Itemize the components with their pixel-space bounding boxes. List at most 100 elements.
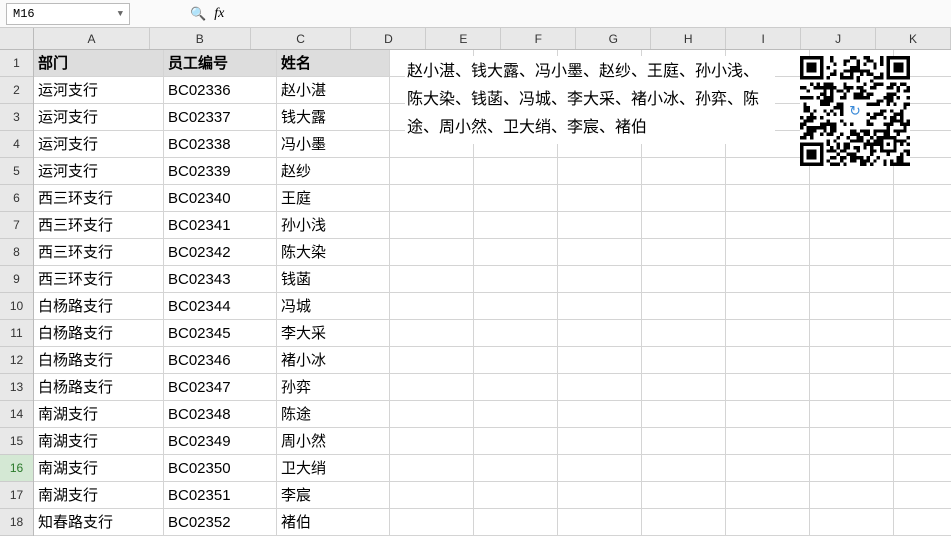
cell[interactable] bbox=[894, 401, 951, 427]
cell[interactable] bbox=[810, 185, 894, 211]
cell[interactable] bbox=[810, 428, 894, 454]
cell[interactable] bbox=[390, 239, 474, 265]
cell[interactable] bbox=[642, 293, 726, 319]
col-header-D[interactable]: D bbox=[351, 28, 426, 49]
cell[interactable]: 赵纱 bbox=[277, 158, 390, 184]
cell[interactable]: BC02339 bbox=[164, 158, 277, 184]
cell[interactable]: 陈途 bbox=[277, 401, 390, 427]
cell[interactable] bbox=[810, 482, 894, 508]
cell[interactable] bbox=[894, 428, 951, 454]
cell[interactable] bbox=[558, 482, 642, 508]
cell[interactable] bbox=[474, 239, 558, 265]
cell[interactable] bbox=[642, 320, 726, 346]
col-header-K[interactable]: K bbox=[876, 28, 951, 49]
cell[interactable]: 白杨路支行 bbox=[34, 320, 164, 346]
cell[interactable] bbox=[642, 239, 726, 265]
cell[interactable] bbox=[642, 185, 726, 211]
cell[interactable] bbox=[726, 185, 810, 211]
cell[interactable] bbox=[894, 482, 951, 508]
cell[interactable]: 运河支行 bbox=[34, 104, 164, 130]
cell[interactable]: 李宸 bbox=[277, 482, 390, 508]
cell[interactable]: BC02342 bbox=[164, 239, 277, 265]
row-header-3[interactable]: 3 bbox=[0, 104, 33, 131]
formula-input[interactable] bbox=[232, 3, 732, 25]
cell[interactable]: 西三环支行 bbox=[34, 239, 164, 265]
cell[interactable]: 西三环支行 bbox=[34, 185, 164, 211]
cell[interactable]: 西三环支行 bbox=[34, 212, 164, 238]
cell[interactable] bbox=[474, 509, 558, 535]
cell[interactable]: BC02349 bbox=[164, 428, 277, 454]
col-header-J[interactable]: J bbox=[801, 28, 876, 49]
cell[interactable]: 运河支行 bbox=[34, 77, 164, 103]
row-header-18[interactable]: 18 bbox=[0, 509, 33, 536]
row-header-6[interactable]: 6 bbox=[0, 185, 33, 212]
cell[interactable]: 冯小墨 bbox=[277, 131, 390, 157]
cell[interactable] bbox=[726, 212, 810, 238]
cell[interactable] bbox=[726, 239, 810, 265]
cell[interactable]: BC02343 bbox=[164, 266, 277, 292]
cell[interactable]: 褚小冰 bbox=[277, 347, 390, 373]
cell[interactable]: 王庭 bbox=[277, 185, 390, 211]
cell[interactable]: 运河支行 bbox=[34, 131, 164, 157]
cell[interactable] bbox=[474, 347, 558, 373]
chevron-down-icon[interactable]: ▼ bbox=[118, 9, 123, 19]
col-header-B[interactable]: B bbox=[150, 28, 251, 49]
row-header-4[interactable]: 4 bbox=[0, 131, 33, 158]
cell[interactable] bbox=[390, 158, 474, 184]
cell[interactable]: 南湖支行 bbox=[34, 482, 164, 508]
cell[interactable] bbox=[894, 455, 951, 481]
cell[interactable] bbox=[558, 320, 642, 346]
cell[interactable] bbox=[642, 347, 726, 373]
cell[interactable]: 孙小浅 bbox=[277, 212, 390, 238]
row-header-1[interactable]: 1 bbox=[0, 50, 33, 77]
cell[interactable] bbox=[474, 428, 558, 454]
cell[interactable]: 知春路支行 bbox=[34, 509, 164, 535]
cell[interactable] bbox=[810, 320, 894, 346]
cell[interactable] bbox=[390, 374, 474, 400]
cell[interactable] bbox=[390, 482, 474, 508]
row-header-8[interactable]: 8 bbox=[0, 239, 33, 266]
cell[interactable] bbox=[474, 401, 558, 427]
cell[interactable] bbox=[558, 509, 642, 535]
cell[interactable] bbox=[558, 347, 642, 373]
cell[interactable] bbox=[558, 212, 642, 238]
col-header-C[interactable]: C bbox=[251, 28, 352, 49]
cell[interactable]: 周小然 bbox=[277, 428, 390, 454]
row-header-16[interactable]: 16 bbox=[0, 455, 33, 482]
cell[interactable] bbox=[726, 320, 810, 346]
cell[interactable] bbox=[726, 401, 810, 427]
cell[interactable]: BC02338 bbox=[164, 131, 277, 157]
row-header-12[interactable]: 12 bbox=[0, 347, 33, 374]
row-header-10[interactable]: 10 bbox=[0, 293, 33, 320]
col-header-F[interactable]: F bbox=[501, 28, 576, 49]
cell[interactable]: 白杨路支行 bbox=[34, 293, 164, 319]
cell[interactable]: 卫大绡 bbox=[277, 455, 390, 481]
cell[interactable] bbox=[558, 293, 642, 319]
cell[interactable] bbox=[558, 266, 642, 292]
cell[interactable] bbox=[474, 482, 558, 508]
row-header-9[interactable]: 9 bbox=[0, 266, 33, 293]
cell[interactable] bbox=[642, 158, 726, 184]
cell[interactable]: 西三环支行 bbox=[34, 266, 164, 292]
cell[interactable] bbox=[474, 185, 558, 211]
cell[interactable]: BC02348 bbox=[164, 401, 277, 427]
cell[interactable]: 钱菡 bbox=[277, 266, 390, 292]
row-header-13[interactable]: 13 bbox=[0, 374, 33, 401]
cell[interactable]: BC02344 bbox=[164, 293, 277, 319]
cell[interactable] bbox=[558, 374, 642, 400]
cell[interactable] bbox=[894, 212, 951, 238]
cell[interactable] bbox=[894, 374, 951, 400]
cell[interactable] bbox=[894, 185, 951, 211]
cell[interactable] bbox=[810, 509, 894, 535]
cell[interactable]: BC02352 bbox=[164, 509, 277, 535]
cell[interactable] bbox=[726, 374, 810, 400]
cell[interactable] bbox=[726, 455, 810, 481]
cell[interactable] bbox=[558, 428, 642, 454]
cell[interactable] bbox=[390, 428, 474, 454]
cell[interactable]: 孙弈 bbox=[277, 374, 390, 400]
cell[interactable] bbox=[642, 212, 726, 238]
cell[interactable]: 部门 bbox=[34, 50, 164, 76]
cell[interactable]: 员工编号 bbox=[164, 50, 277, 76]
column-headers[interactable]: ABCDEFGHIJK bbox=[34, 28, 951, 50]
cell[interactable] bbox=[894, 320, 951, 346]
